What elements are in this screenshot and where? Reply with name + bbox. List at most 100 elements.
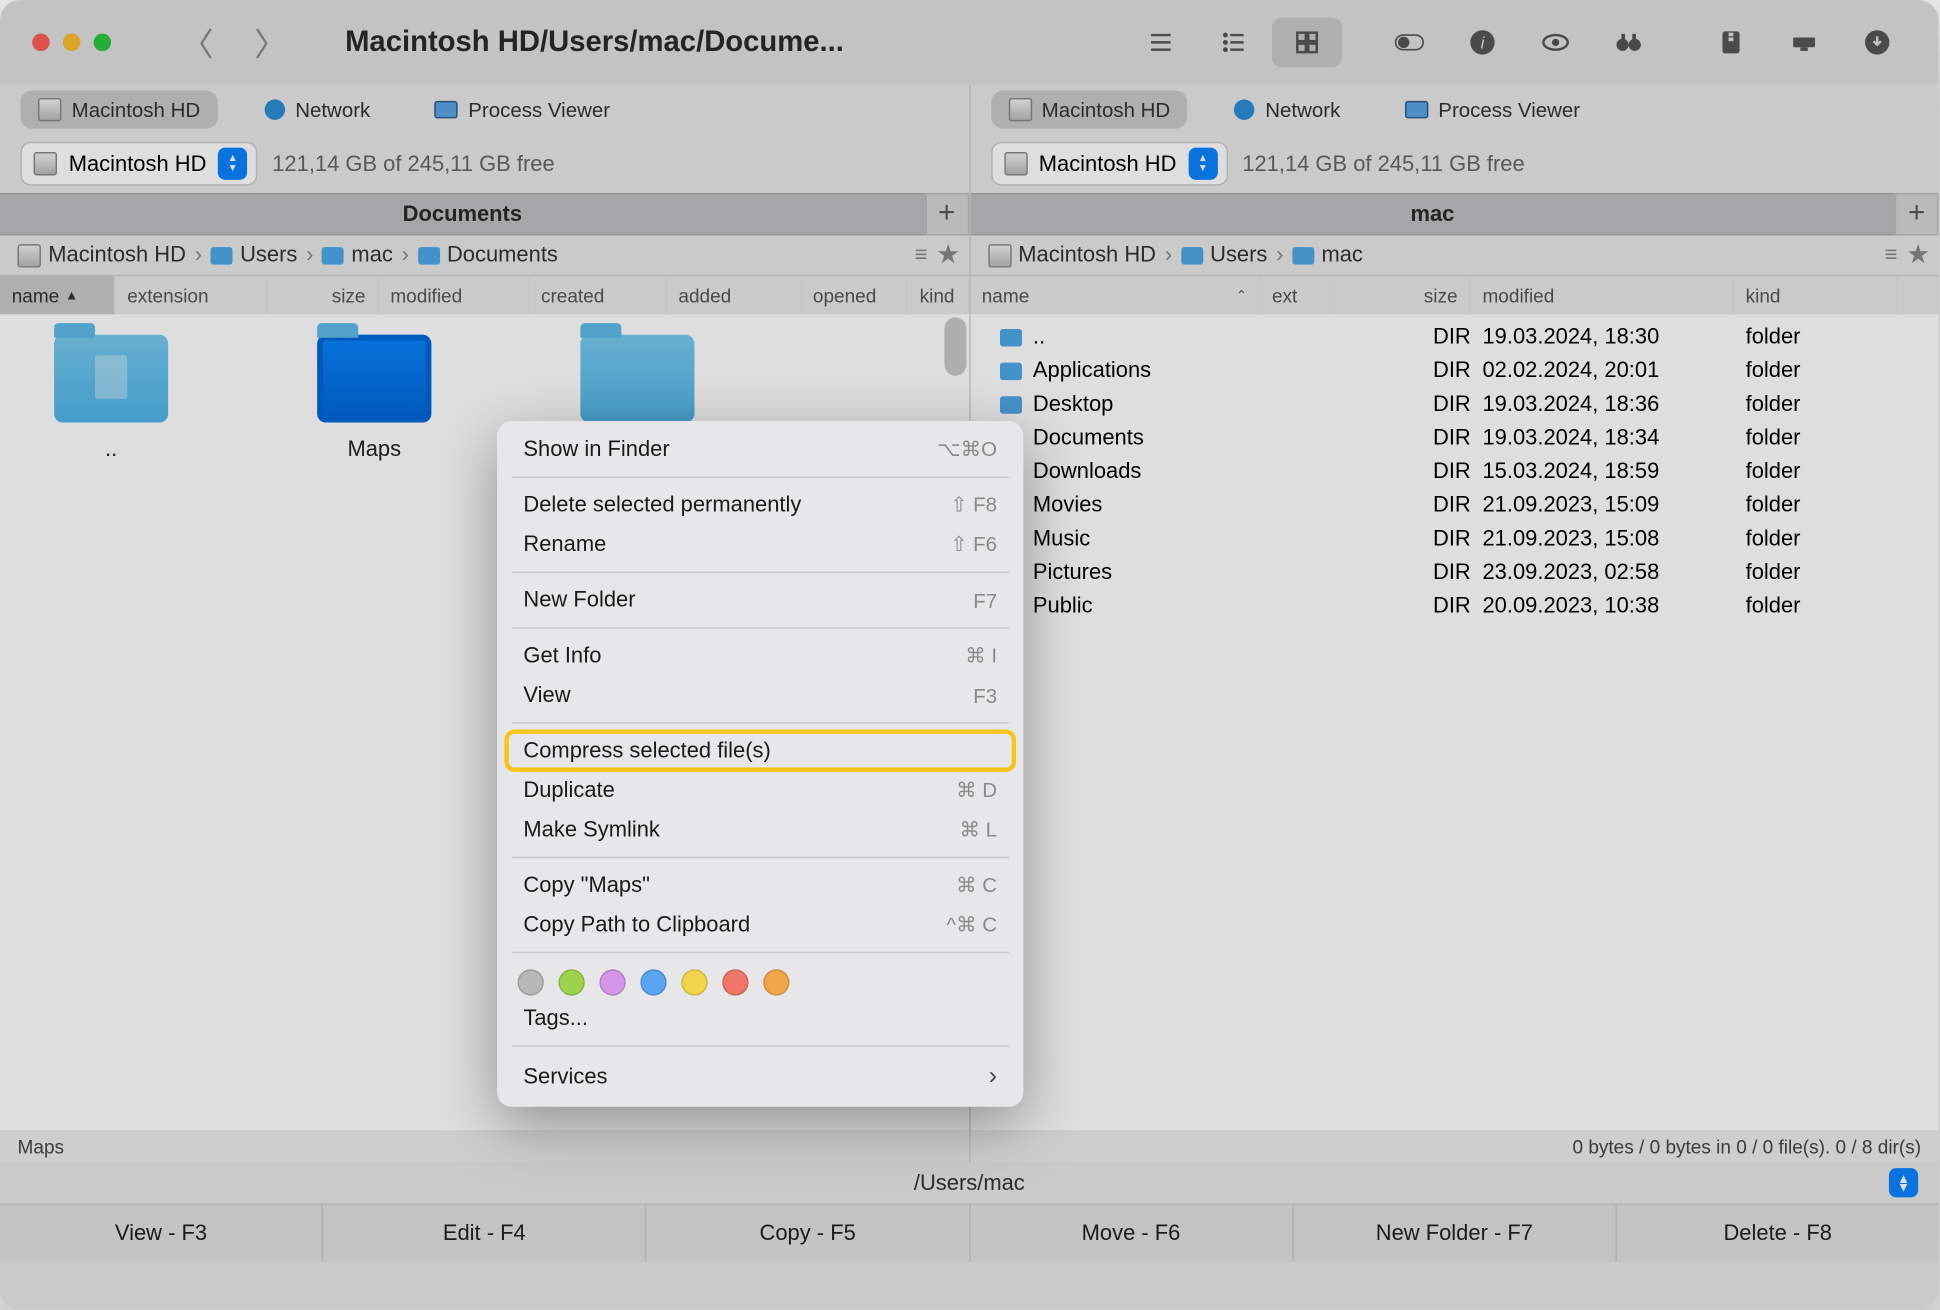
breadcrumb-item[interactable]: mac [1292,243,1363,268]
breadcrumb-item[interactable]: Users [211,243,298,268]
footer-button[interactable]: Move - F6 [970,1205,1293,1262]
minimize-window-button[interactable] [63,34,81,52]
file-modified: 19.03.2024, 18:30 [1482,325,1745,350]
folder-tab-left: Documents + [0,193,970,235]
col-modified[interactable]: modified [379,276,530,314]
list-row[interactable]: MusicDIR21.09.2023, 15:08folder [970,522,1939,556]
col-name[interactable]: name⌃ [970,276,1260,314]
add-tab-button[interactable]: + [925,193,969,235]
ctx-new-folder[interactable]: New FolderF7 [497,580,1023,619]
favorite-icon[interactable]: ★ [1906,240,1930,271]
list-row[interactable]: ApplicationsDIR02.02.2024, 20:01folder [970,354,1939,388]
breadcrumb-item[interactable]: mac [322,243,393,268]
folder-icon [317,335,431,423]
list-row[interactable]: DesktopDIR19.03.2024, 18:36folder [970,387,1939,421]
scrollbar-thumb[interactable] [944,317,966,375]
tag-color-dot[interactable] [763,969,789,995]
source-disk-tab-r[interactable]: Macintosh HD [991,91,1188,129]
col-size[interactable]: size [268,276,379,314]
titlebar: 〈 〉 Macintosh HD/Users/mac/Docume... i [0,0,1939,85]
volume-picker-r[interactable]: Macintosh HD▲▼ [991,142,1228,186]
list-row[interactable]: MoviesDIR21.09.2023, 15:09folder [970,488,1939,522]
path-history-button[interactable]: ▲▼ [1889,1168,1918,1197]
source-process-tab[interactable]: Process Viewer [417,91,628,129]
disk-icon [34,152,57,175]
archive-icon[interactable] [1696,18,1766,68]
info-icon[interactable]: i [1447,18,1517,68]
ctx-duplicate[interactable]: Duplicate⌘ D [497,770,1023,809]
col-kind[interactable]: kind [908,276,969,314]
list-row[interactable]: DocumentsDIR19.03.2024, 18:34folder [970,421,1939,455]
close-window-button[interactable] [32,34,50,52]
server-icon[interactable] [1769,18,1839,68]
folder-tab-r[interactable]: mac [970,193,1895,235]
ctx-delete-perm[interactable]: Delete selected permanently⇧ F8 [497,485,1023,524]
binoculars-icon[interactable] [1594,18,1664,68]
col-kind[interactable]: kind [1734,276,1898,314]
footer-button[interactable]: Copy - F5 [647,1205,970,1262]
list-row[interactable]: PublicDIR20.09.2023, 10:38folder [970,589,1939,623]
list-row[interactable]: DownloadsDIR15.03.2024, 18:59folder [970,455,1939,489]
ctx-copy-named[interactable]: Copy "Maps"⌘ C [497,866,1023,905]
ctx-symlink[interactable]: Make Symlink⌘ L [497,810,1023,849]
col-created[interactable]: created [529,276,666,314]
ctx-copy-path[interactable]: Copy Path to Clipboard^⌘ C [497,905,1023,944]
footer-button[interactable]: View - F3 [0,1205,323,1262]
breadcrumb-item[interactable]: Macintosh HD [988,243,1156,268]
breadcrumb-item[interactable]: Documents [418,243,558,268]
source-network-tab-r[interactable]: Network [1217,91,1358,129]
volume-picker[interactable]: Macintosh HD▲▼ [20,142,257,186]
footer-button[interactable]: New Folder - F7 [1293,1205,1616,1262]
view-list-icon[interactable] [1126,18,1196,68]
tag-color-dot[interactable] [681,969,707,995]
list-mode-icon[interactable]: ≡ [1885,243,1898,268]
list-row[interactable]: ..DIR19.03.2024, 18:30folder [970,320,1939,354]
view-detail-icon[interactable] [1199,18,1269,68]
ctx-get-info[interactable]: Get Info⌘ I [497,636,1023,675]
zoom-window-button[interactable] [94,34,112,52]
tag-color-dot[interactable] [518,969,544,995]
tag-color-dot[interactable] [599,969,625,995]
col-name[interactable]: name▲ [0,276,115,314]
tag-color-dot[interactable] [640,969,666,995]
add-tab-button-r[interactable]: + [1895,193,1939,235]
col-opened[interactable]: opened [801,276,908,314]
footer-button[interactable]: Edit - F4 [323,1205,646,1262]
tag-color-dot[interactable] [558,969,584,995]
list-row[interactable]: PicturesDIR23.09.2023, 02:58folder [970,556,1939,590]
folder-tab[interactable]: Documents [0,193,925,235]
forward-button[interactable]: 〉 [254,19,286,66]
ctx-tags[interactable]: Tags... [497,999,1023,1038]
view-grid-icon[interactable] [1272,18,1342,68]
favorite-icon[interactable]: ★ [936,240,960,271]
folder-item[interactable]: .. [38,335,184,462]
back-button[interactable]: 〈 [181,19,213,66]
toggle-icon[interactable] [1374,18,1444,68]
ctx-tag-row [497,961,1023,999]
col-modified[interactable]: modified [1471,276,1734,314]
source-process-tab-r[interactable]: Process Viewer [1387,91,1598,129]
preview-icon[interactable] [1520,18,1590,68]
ctx-services[interactable]: Services› [497,1054,1023,1098]
context-menu: Show in Finder⌥⌘O Delete selected perman… [497,421,1023,1107]
disk-icon [38,98,61,121]
tag-color-dot[interactable] [722,969,748,995]
folder-item[interactable]: Maps [301,335,447,462]
breadcrumb-item[interactable]: Macintosh HD [18,243,186,268]
source-network-tab[interactable]: Network [247,91,388,129]
ctx-view[interactable]: ViewF3 [497,675,1023,714]
ctx-show-finder[interactable]: Show in Finder⌥⌘O [497,430,1023,469]
right-pane[interactable]: ..DIR19.03.2024, 18:30folderApplications… [970,314,1939,1130]
list-mode-icon[interactable]: ≡ [915,243,928,268]
ctx-compress[interactable]: Compress selected file(s) [506,731,1015,770]
ctx-rename[interactable]: Rename⇧ F6 [497,525,1023,564]
source-disk-tab[interactable]: Macintosh HD [20,91,217,129]
col-added[interactable]: added [667,276,802,314]
file-name: Pictures [1033,560,1278,585]
col-extension[interactable]: extension [115,276,267,314]
col-ext[interactable]: ext [1260,276,1330,314]
footer-button[interactable]: Delete - F8 [1617,1205,1939,1262]
breadcrumb-item[interactable]: Users [1181,243,1268,268]
col-size[interactable]: size [1330,276,1470,314]
download-icon[interactable] [1842,18,1912,68]
